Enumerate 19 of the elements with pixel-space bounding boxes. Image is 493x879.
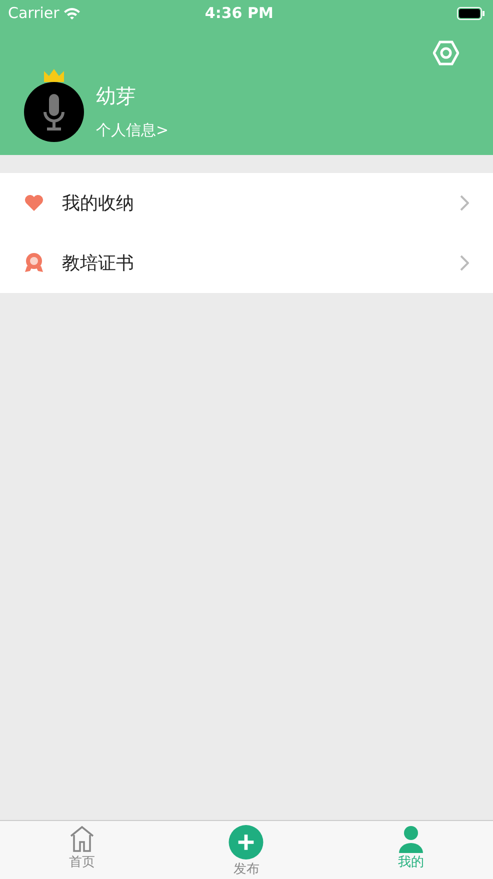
tab-bar-item[interactable]: 发布	[164, 821, 329, 879]
wifi-icon	[63, 6, 82, 20]
menu-item[interactable]: 教培证书	[0, 233, 493, 293]
tab-bar-item[interactable]: 首页	[0, 821, 164, 879]
heart-icon	[24, 194, 44, 212]
menu-label: 教培证书	[62, 252, 134, 276]
clock-text: 4:36 PM	[204, 2, 274, 24]
menu-label: 我的收纳	[62, 192, 134, 216]
chevron-right-icon	[460, 195, 469, 211]
profile-info-link[interactable]: 个人信息>	[96, 118, 169, 142]
carrier-text: Carrier	[8, 2, 60, 24]
add-icon	[228, 825, 264, 860]
tab-bar-item[interactable]: 我的	[328, 821, 493, 879]
ribbon-badge-icon	[24, 252, 44, 274]
menu-item[interactable]: 我的收纳	[0, 173, 493, 233]
battery-icon	[456, 6, 485, 20]
user-name: 幼芽	[96, 82, 137, 110]
avatar-microphone-icon[interactable]	[24, 68, 84, 142]
chevron-right-icon	[460, 255, 469, 271]
